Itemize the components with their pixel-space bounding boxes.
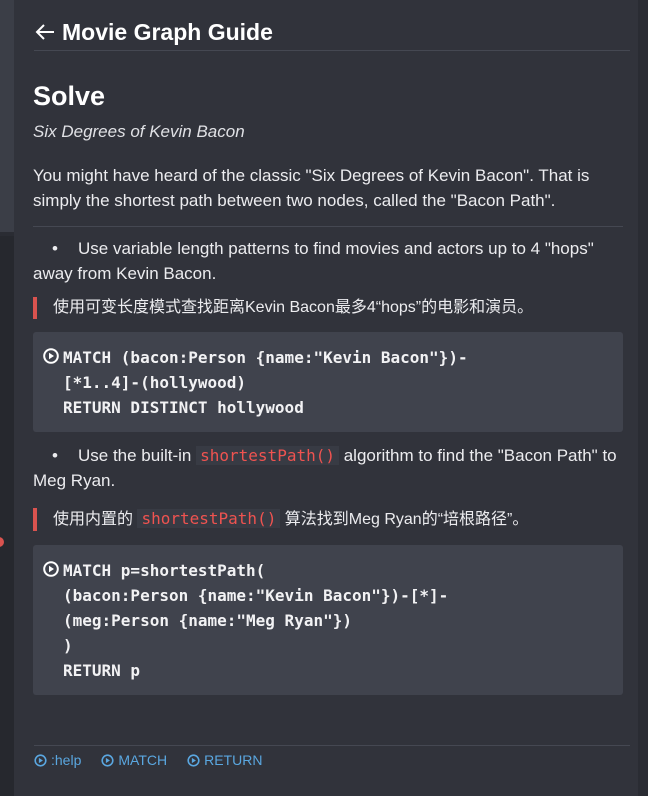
list-item-text: Use variable length patterns to find mov…: [33, 239, 594, 283]
right-rail: [638, 0, 648, 796]
translation-note: 使用内置的 shortestPath() 算法找到Meg Ryan的“培根路径”…: [33, 508, 623, 531]
play-circle-icon[interactable]: [43, 561, 59, 577]
code-line: MATCH (bacon:Person {name:"Kevin Bacon"}…: [63, 348, 468, 367]
list-item-text: Use the built-in: [78, 446, 192, 465]
inline-code: shortestPath(): [196, 446, 339, 465]
code-block[interactable]: MATCH p=shortestPath( (bacon:Person {nam…: [33, 545, 623, 695]
code-line: MATCH p=shortestPath(: [63, 561, 266, 580]
bullet-marker: •: [52, 446, 58, 465]
guide-header: Movie Graph Guide: [34, 14, 630, 51]
note-text: 算法找到Meg Ryan的“培根路径”。: [284, 511, 529, 528]
return-link-label: RETURN: [204, 752, 263, 768]
left-rail-segment: [0, 236, 14, 796]
guide-title: Movie Graph Guide: [62, 18, 273, 45]
code-line: RETURN p: [63, 661, 141, 680]
play-circle-icon: [34, 753, 47, 767]
bullet-marker: •: [52, 239, 58, 258]
back-arrow-icon[interactable]: [34, 21, 56, 43]
match-link-label: MATCH: [118, 752, 168, 768]
code-line: RETURN DISTINCT hollywood: [63, 398, 304, 417]
help-link-label: :help: [51, 752, 82, 768]
list-item: • Use the built-in shortestPath() algorit…: [33, 443, 623, 493]
left-rail-segment: [0, 0, 14, 232]
footer-links: :help MATCH RETURN: [34, 745, 630, 768]
note-text: 使用内置的: [53, 511, 134, 528]
intro-paragraph: You might have heard of the classic "Six…: [33, 163, 623, 227]
guide-content: Solve Six Degrees of Kevin Bacon You mig…: [33, 78, 623, 695]
left-rail: [0, 0, 14, 796]
section-subtitle: Six Degrees of Kevin Bacon: [33, 122, 245, 141]
section-heading: Solve: [33, 81, 106, 111]
code-line: (meg:Person {name:"Meg Ryan"}): [63, 611, 352, 630]
code-line: (bacon:Person {name:"Kevin Bacon"})-[*]-: [63, 586, 449, 605]
inline-code: shortestPath(): [137, 509, 281, 528]
match-link[interactable]: MATCH: [101, 752, 167, 768]
play-circle-icon: [187, 753, 200, 767]
play-circle-icon: [101, 753, 114, 767]
code-line: [*1..4]-(hollywood): [63, 373, 247, 392]
code-block[interactable]: MATCH (bacon:Person {name:"Kevin Bacon"}…: [33, 332, 623, 432]
play-circle-icon[interactable]: [43, 348, 59, 364]
translation-note: 使用可变长度模式查找距离Kevin Bacon最多4“hops”的电影和演员。: [33, 297, 623, 319]
return-link[interactable]: RETURN: [187, 752, 262, 768]
guide-panel: Movie Graph Guide Solve Six Degrees of K…: [14, 0, 638, 796]
help-link[interactable]: :help: [34, 752, 81, 768]
list-item: • Use variable length patterns to find mo…: [33, 236, 623, 286]
code-line: ): [63, 636, 73, 655]
